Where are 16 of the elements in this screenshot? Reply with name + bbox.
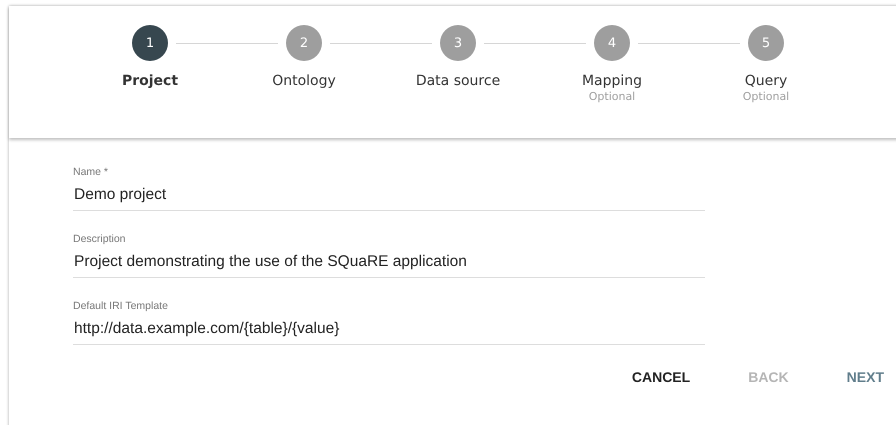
next-button[interactable]: NEXT [834,361,896,393]
step-label[interactable]: Data source [416,73,500,89]
step-hint: Optional [588,90,636,103]
input-field[interactable]: Project demonstrating the use of the SQuaRE application [73,251,705,278]
input-field[interactable]: Demo project [73,184,705,211]
field-label: Description [73,233,127,245]
step-hint: Optional [742,90,790,103]
cancel-button[interactable]: CANCEL [620,361,702,393]
step-label[interactable]: Mapping [582,73,642,89]
step-label[interactable]: Query [744,73,788,89]
field-label: Default IRI Template [73,300,169,312]
step-label[interactable]: Project [122,73,178,89]
step-label[interactable]: Ontology [272,73,336,89]
field-label: Name * [73,166,110,178]
input-field[interactable]: http://data.example.com/{table}/{value} [73,318,705,345]
step-number[interactable]: 1 [132,25,168,61]
